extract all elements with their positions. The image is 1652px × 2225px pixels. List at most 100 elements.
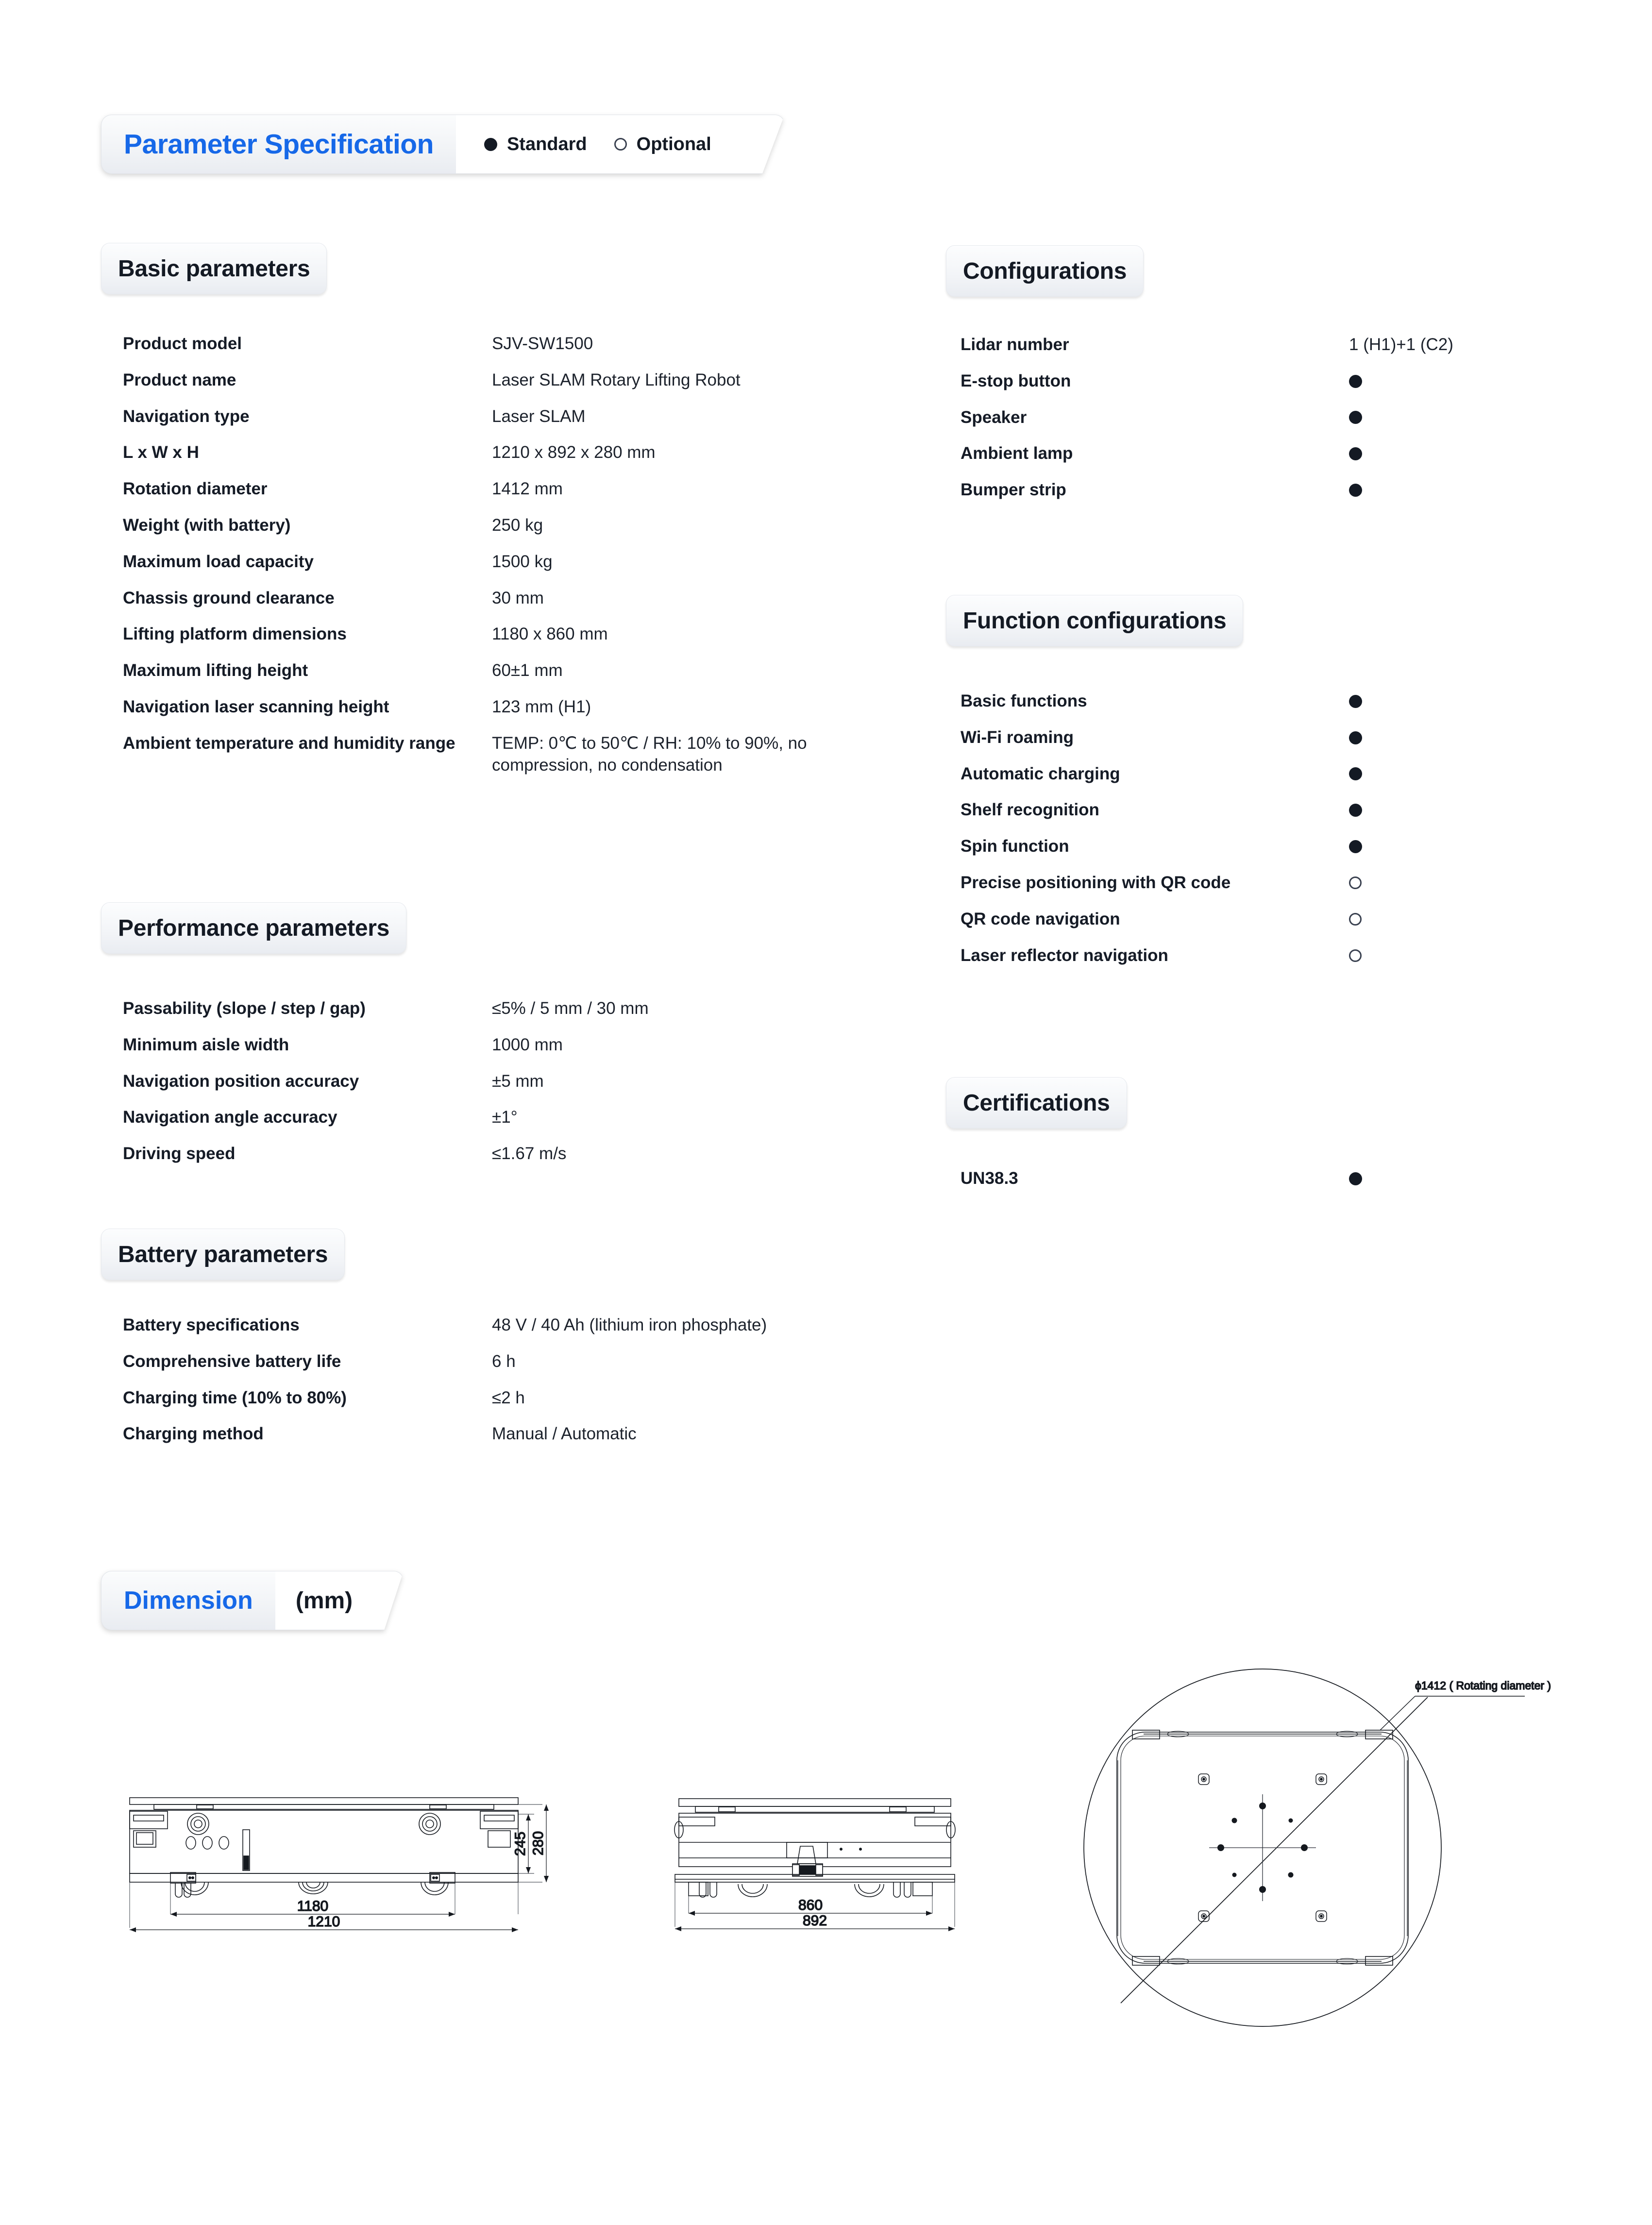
row-label: L x W x H: [123, 443, 199, 462]
row-label: Bumper strip: [961, 480, 1066, 500]
row-mark: [1349, 447, 1407, 461]
side-view-height-outer: 280: [530, 1831, 546, 1855]
dimension-banner: Dimension (mm): [101, 1571, 404, 1630]
page-title: Parameter Specification: [124, 129, 434, 160]
table-row: Comprehensive battery life 6 h: [123, 1351, 900, 1373]
table-row: Shelf recognition: [961, 799, 1568, 821]
row-label: Navigation angle accuracy: [123, 1108, 337, 1127]
side-view-height-inner: 245: [512, 1832, 528, 1856]
section-header-certifications: Certifications: [946, 1077, 1127, 1129]
row-label: Passability (slope / step / gap): [123, 999, 366, 1018]
hollow-circle-icon: [1349, 877, 1362, 890]
row-mark: [1349, 804, 1407, 817]
section-title-text: Battery parameters: [118, 1241, 328, 1267]
section-title-text: Certifications: [963, 1090, 1110, 1116]
row-value: 1500 kg: [492, 552, 553, 571]
row-value: ±1°: [492, 1108, 518, 1127]
table-row: Ambient temperature and humidity range T…: [123, 733, 900, 776]
row-mark: [1349, 1172, 1407, 1185]
filled-circle-icon: [1349, 411, 1362, 424]
legend-label-optional: Optional: [636, 134, 711, 154]
row-label: Laser reflector navigation: [961, 945, 1168, 965]
row-mark: [1349, 913, 1407, 926]
row-label: Lidar number: [961, 335, 1069, 354]
row-value: Laser SLAM: [492, 406, 586, 426]
table-row: Charging method Manual / Automatic: [123, 1423, 900, 1445]
side-view-svg: 1180 1210 245 280: [129, 1797, 549, 1932]
row-label: Driving speed: [123, 1144, 236, 1163]
top-view-drawing: ϕ1412 ( Rotating diameter ): [1059, 1639, 1554, 2044]
filled-circle-icon: [1349, 840, 1362, 854]
filled-circle-icon: [1349, 1172, 1362, 1185]
row-label: Wi-Fi roaming: [961, 727, 1074, 747]
row-label: UN38.3: [961, 1169, 1018, 1188]
row-label: Rotation diameter: [123, 479, 268, 499]
side-view-width-outer: 1210: [308, 1914, 340, 1930]
row-mark: [1349, 877, 1407, 890]
row-label: Shelf recognition: [961, 800, 1099, 820]
configurations-table: Lidar number 1 (H1)+1 (C2) E-stop button…: [961, 334, 1568, 516]
section-title-text: Configurations: [963, 258, 1127, 284]
row-value: 1210 x 892 x 280 mm: [492, 443, 656, 462]
row-label: Navigation type: [123, 406, 250, 426]
row-label: Product name: [123, 370, 236, 389]
section-header-performance-parameters: Performance parameters: [101, 902, 407, 954]
row-label: Navigation position accuracy: [123, 1071, 359, 1091]
dimension-unit-block: (mm): [275, 1571, 404, 1630]
row-label: Spin function: [961, 837, 1069, 856]
spec-sheet-page: Parameter Specification Standard Optiona…: [0, 0, 1652, 2225]
row-value: SJV-SW1500: [492, 334, 593, 353]
rotating-diameter-label: ϕ1412 ( Rotating diameter ): [1415, 1679, 1551, 1692]
front-view-drawing: 860 892: [670, 1792, 981, 1940]
hollow-circle-icon: [1349, 913, 1362, 926]
table-row: Chassis ground clearance 30 mm: [123, 588, 900, 609]
filled-circle-icon: [1349, 484, 1362, 497]
section-header-basic-parameters: Basic parameters: [101, 243, 327, 294]
dimension-title: Dimension: [124, 1586, 253, 1615]
filled-circle-icon: [1349, 731, 1362, 744]
row-label: Ambient temperature and humidity range: [123, 733, 455, 753]
table-row: Navigation angle accuracy ±1°: [123, 1107, 900, 1129]
table-row: Driving speed ≤1.67 m/s: [123, 1143, 900, 1165]
battery-parameters-table: Battery specifications 48 V / 40 Ah (lit…: [123, 1315, 900, 1460]
table-row: UN38.3: [961, 1168, 1568, 1190]
row-label: Battery specifications: [123, 1315, 300, 1334]
certifications-table: UN38.3: [961, 1168, 1568, 1204]
section-title-text: Performance parameters: [118, 915, 390, 941]
row-mark: [1349, 484, 1407, 497]
table-row: QR code navigation: [961, 909, 1568, 930]
row-value: 6 h: [492, 1351, 516, 1371]
row-label: Product model: [123, 334, 242, 353]
row-label: Charging time (10% to 80%): [123, 1388, 347, 1407]
table-row: Minimum aisle width 1000 mm: [123, 1034, 900, 1056]
row-value: 1180 x 860 mm: [492, 624, 608, 644]
row-mark: [1349, 767, 1407, 781]
filled-circle-icon: [1349, 374, 1362, 388]
row-label: Comprehensive battery life: [123, 1351, 341, 1371]
legend-item-optional: Optional: [614, 134, 711, 155]
table-row: Battery specifications 48 V / 40 Ah (lit…: [123, 1315, 900, 1336]
table-row: Lifting platform dimensions 1180 x 860 m…: [123, 624, 900, 645]
hollow-circle-icon: [614, 138, 627, 151]
table-row: Bumper strip: [961, 479, 1568, 501]
row-mark: [1349, 731, 1407, 744]
row-label: Chassis ground clearance: [123, 588, 335, 607]
front-view-width-inner: 860: [798, 1897, 823, 1913]
table-row: Basic functions: [961, 691, 1568, 712]
row-mark: [1349, 694, 1407, 708]
table-row: Spin function: [961, 836, 1568, 858]
legend-item-standard: Standard: [484, 134, 587, 155]
banner-title-block: Parameter Specification: [101, 115, 456, 174]
row-value: ≤2 h: [492, 1388, 525, 1407]
row-value: 30 mm: [492, 588, 544, 607]
row-mark: [1349, 374, 1407, 388]
section-title-text: Basic parameters: [118, 255, 310, 282]
side-view-width-inner: 1180: [297, 1898, 329, 1914]
row-label: E-stop button: [961, 371, 1071, 390]
table-row: Charging time (10% to 80%) ≤2 h: [123, 1387, 900, 1409]
dimension-unit: (mm): [295, 1587, 353, 1614]
row-value: 1000 mm: [492, 1035, 563, 1054]
hollow-circle-icon: [1349, 949, 1362, 962]
table-row: Rotation diameter 1412 mm: [123, 478, 900, 500]
row-value: 1 (H1)+1 (C2): [1349, 335, 1453, 354]
